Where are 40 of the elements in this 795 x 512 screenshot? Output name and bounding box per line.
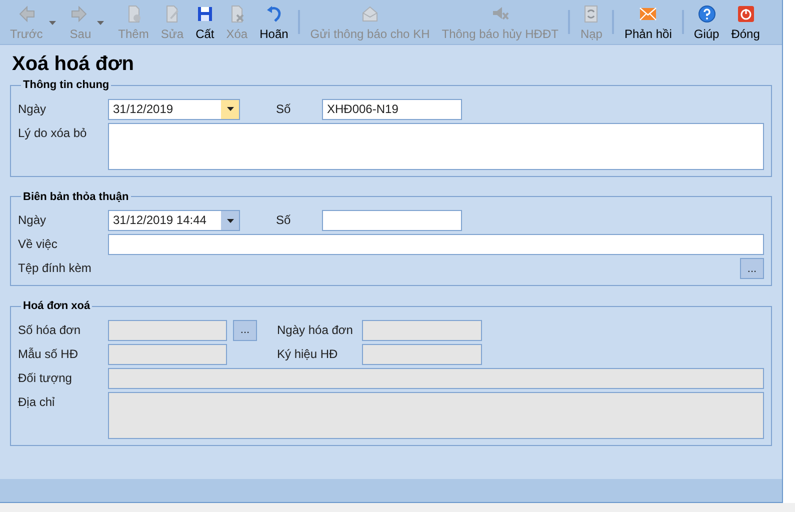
field-label: Số hóa đơn (18, 322, 82, 338)
field-label: Tệp đính kèm (18, 260, 92, 277)
document-refresh-icon (582, 5, 600, 23)
browse-button[interactable]: ... (233, 320, 257, 340)
group-title: Biên bản thỏa thuận (22, 190, 130, 204)
power-icon (736, 5, 755, 23)
field-label: Về việc (18, 236, 58, 253)
field-label: Đối tượng (18, 370, 73, 386)
undo-arrow-icon (264, 5, 283, 23)
toolbar-button[interactable]: Đóng (725, 0, 766, 44)
group-title: Thông tin chung (22, 78, 110, 93)
caret-icon (226, 107, 234, 111)
envelope-icon (361, 5, 380, 23)
field-label: Mẫu số HĐ (18, 346, 80, 362)
field-label: Số (276, 100, 292, 118)
envelope-icon (639, 5, 658, 23)
field-label: Địa chỉ (18, 394, 56, 410)
input-field[interactable] (322, 210, 462, 231)
date-picker[interactable]: 31/12/2019 14:44 (108, 210, 240, 231)
arrow-left-icon (17, 5, 36, 23)
caret-icon (226, 218, 234, 222)
input-field[interactable] (108, 234, 764, 255)
field-label: Ngày (18, 100, 48, 118)
help-icon (698, 5, 716, 23)
form-title: Xoá hoá đơn (11, 52, 136, 77)
group-title: Hoá đơn xoá (22, 299, 92, 314)
input-field[interactable]: XHĐ006-N19 (322, 98, 462, 120)
date-picker[interactable]: 31/12/2019 (108, 98, 240, 120)
toolbar-button[interactable]: Cất (190, 0, 220, 44)
text-area[interactable] (108, 122, 764, 170)
field-label: Ký hiệu HĐ (277, 346, 339, 362)
browse-button[interactable]: ... (740, 258, 764, 279)
toolbar-button[interactable]: Giúp (688, 0, 726, 44)
field-label: Số (276, 212, 292, 229)
toolbar-button[interactable]: Hoãn (254, 0, 294, 44)
toolbar-button[interactable]: Phản hồi (618, 0, 678, 44)
field-label: Ngày hóa đơn (277, 322, 354, 338)
arrow-right-icon (71, 5, 90, 23)
field-label: Lý do xóa bỏ (18, 124, 88, 142)
field-label: Ngày (18, 212, 48, 229)
